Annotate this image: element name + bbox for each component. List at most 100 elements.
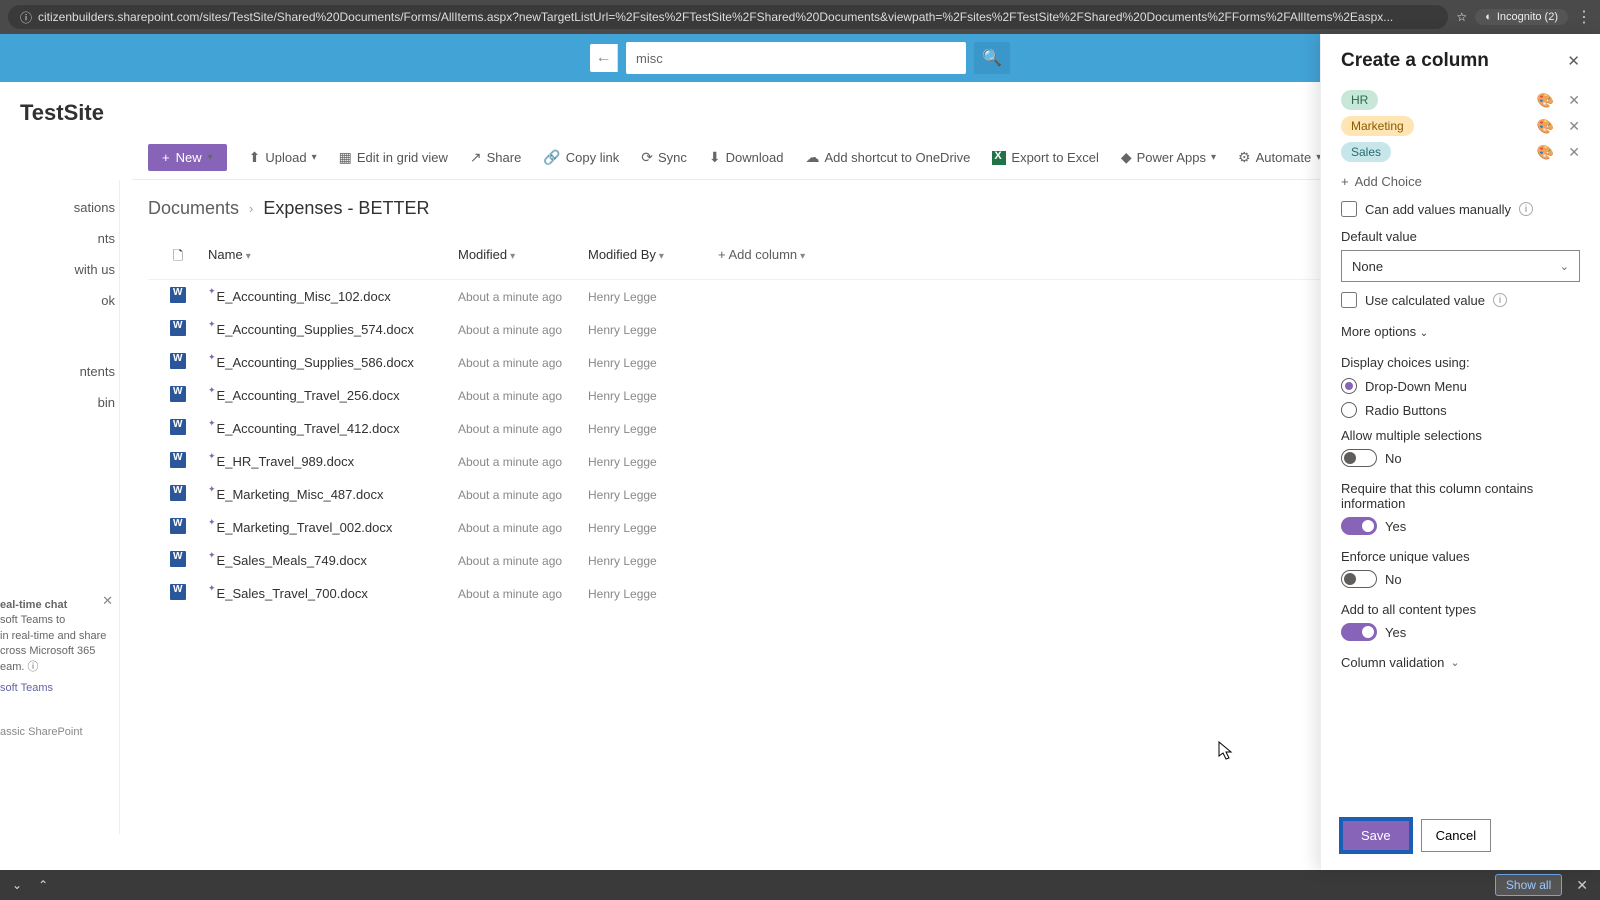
word-doc-icon (170, 320, 186, 336)
word-doc-icon (170, 419, 186, 435)
modified-by-cell: Henry Legge (588, 488, 718, 502)
column-header-name[interactable]: Name▾ (208, 247, 458, 269)
breadcrumb-parent[interactable]: Documents (148, 198, 239, 219)
remove-choice-icon[interactable]: ✕ (1568, 118, 1580, 135)
unique-toggle[interactable] (1341, 570, 1377, 588)
excel-icon (992, 151, 1006, 165)
require-toggle[interactable] (1341, 517, 1377, 535)
cancel-button[interactable]: Cancel (1421, 819, 1491, 852)
close-icon[interactable]: ✕ (102, 592, 113, 610)
export-excel-button[interactable]: Export to Excel (982, 144, 1108, 171)
content-types-toggle[interactable] (1341, 623, 1377, 641)
add-shortcut-button[interactable]: ☁Add shortcut to OneDrive (795, 143, 980, 172)
link-icon: 🔗 (543, 149, 560, 166)
classic-sharepoint-link[interactable]: assic SharePoint (0, 726, 119, 738)
download-button[interactable]: ⬇Download (699, 143, 794, 172)
power-apps-button[interactable]: ◆Power Apps▾ (1111, 143, 1226, 172)
file-name[interactable]: E_Accounting_Misc_102.docx (217, 289, 391, 304)
nav-item[interactable]: ok (0, 285, 119, 316)
word-doc-icon (170, 386, 186, 402)
upload-icon: ⬆ (249, 149, 261, 166)
show-all-button[interactable]: Show all (1495, 874, 1562, 896)
close-shelf-button[interactable]: ✕ (1576, 877, 1588, 894)
nav-item[interactable]: bin (0, 387, 119, 418)
default-value-select[interactable]: None ⌄ (1341, 250, 1580, 282)
chevron-down-icon: ⌄ (1420, 328, 1428, 339)
search-button[interactable]: 🔍 (974, 42, 1010, 74)
choice-pill[interactable]: Marketing (1341, 116, 1414, 136)
radio-radiobuttons[interactable]: Radio Buttons (1341, 402, 1580, 418)
calculated-value-checkbox[interactable] (1341, 292, 1357, 308)
bookmark-star-icon[interactable]: ☆ (1456, 10, 1467, 24)
close-panel-button[interactable]: ✕ (1567, 52, 1580, 70)
file-name[interactable]: E_Accounting_Supplies_574.docx (217, 322, 414, 337)
save-button[interactable]: Save (1341, 819, 1411, 852)
column-validation-toggle[interactable]: Column validation⌄ (1341, 655, 1580, 670)
incognito-badge[interactable]: ◐ Incognito (2) (1475, 9, 1568, 25)
browser-menu-icon[interactable]: ⋮ (1576, 7, 1592, 27)
palette-icon[interactable]: 🎨 (1537, 92, 1554, 109)
shelf-chevron-up-icon[interactable]: ⌃ (38, 878, 48, 892)
info-icon[interactable]: i (1519, 202, 1533, 216)
add-choice-button[interactable]: +Add Choice (1341, 174, 1580, 189)
new-indicator-icon: ✦ (208, 451, 216, 461)
search-input[interactable]: misc (626, 42, 966, 74)
new-indicator-icon: ✦ (208, 319, 216, 329)
modified-by-cell: Henry Legge (588, 521, 718, 535)
modified-by-cell: Henry Legge (588, 356, 718, 370)
file-name[interactable]: E_Accounting_Supplies_586.docx (217, 355, 414, 370)
add-teams-link[interactable]: soft Teams (0, 681, 115, 696)
file-name[interactable]: E_Marketing_Misc_487.docx (217, 487, 384, 502)
file-name[interactable]: E_Accounting_Travel_412.docx (217, 421, 400, 436)
modified-cell: About a minute ago (458, 422, 588, 436)
upload-button[interactable]: ⬆Upload▾ (239, 143, 327, 172)
modified-cell: About a minute ago (458, 455, 588, 469)
add-column-button[interactable]: + Add column▾ (718, 247, 838, 269)
word-doc-icon (170, 518, 186, 534)
powerapps-icon: ◆ (1121, 149, 1132, 166)
choice-pill[interactable]: HR (1341, 90, 1378, 110)
shelf-chevron-down-icon[interactable]: ⌄ (12, 878, 22, 892)
modified-cell: About a minute ago (458, 290, 588, 304)
word-doc-icon (170, 551, 186, 567)
choice-row: Marketing 🎨 ✕ (1341, 116, 1580, 136)
more-options-toggle[interactable]: More options ⌄ (1341, 324, 1580, 339)
palette-icon[interactable]: 🎨 (1537, 118, 1554, 135)
file-name[interactable]: E_Marketing_Travel_002.docx (217, 520, 393, 535)
column-header-modified-by[interactable]: Modified By▾ (588, 247, 718, 269)
info-icon[interactable]: i (1493, 293, 1507, 307)
file-name[interactable]: E_Sales_Meals_749.docx (217, 553, 367, 568)
share-button[interactable]: ↗Share (460, 143, 531, 172)
search-back-button[interactable]: ← (590, 44, 618, 72)
remove-choice-icon[interactable]: ✕ (1568, 144, 1580, 161)
sync-button[interactable]: ⟳Sync (631, 143, 697, 172)
default-value-label: Default value (1341, 229, 1580, 244)
new-indicator-icon: ✦ (208, 286, 216, 296)
automate-button[interactable]: ⚙Automate▾ (1228, 143, 1331, 172)
url-bar[interactable]: ⓘ citizenbuilders.sharepoint.com/sites/T… (8, 5, 1448, 29)
edit-grid-button[interactable]: ▦Edit in grid view (329, 143, 458, 172)
new-button[interactable]: + New ▾ (148, 144, 227, 171)
column-header-modified[interactable]: Modified▾ (458, 247, 588, 269)
file-name[interactable]: E_HR_Travel_989.docx (217, 454, 355, 469)
palette-icon[interactable]: 🎨 (1537, 144, 1554, 161)
search-icon: 🔍 (982, 48, 1002, 68)
radio-dropdown[interactable]: Drop-Down Menu (1341, 378, 1580, 394)
file-type-icon-header[interactable]: 🗋 (148, 247, 208, 269)
modified-cell: About a minute ago (458, 587, 588, 601)
nav-item[interactable]: ntents (0, 356, 119, 387)
choice-pill[interactable]: Sales (1341, 142, 1391, 162)
nav-item[interactable]: with us (0, 254, 119, 285)
content-types-label: Add to all content types (1341, 602, 1580, 617)
allow-multi-toggle[interactable] (1341, 449, 1377, 467)
chevron-down-icon: ⌄ (1450, 656, 1459, 669)
new-indicator-icon: ✦ (208, 583, 216, 593)
file-name[interactable]: E_Sales_Travel_700.docx (217, 586, 368, 601)
copy-link-button[interactable]: 🔗Copy link (533, 143, 629, 172)
nav-item[interactable]: sations (0, 192, 119, 223)
remove-choice-icon[interactable]: ✕ (1568, 92, 1580, 109)
nav-item[interactable]: nts (0, 223, 119, 254)
require-label: Require that this column contains inform… (1341, 481, 1580, 511)
manual-values-checkbox[interactable] (1341, 201, 1357, 217)
file-name[interactable]: E_Accounting_Travel_256.docx (217, 388, 400, 403)
